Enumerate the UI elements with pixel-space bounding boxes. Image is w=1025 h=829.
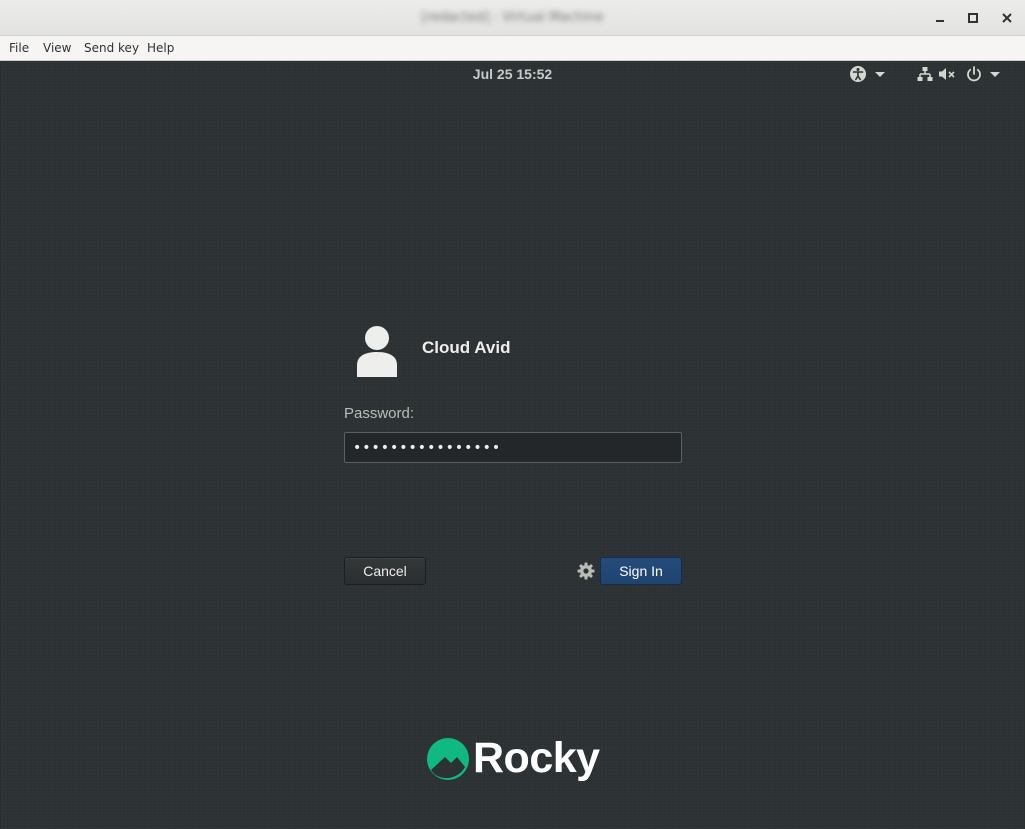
menu-send-key[interactable]: Send key [84, 41, 139, 55]
rocky-logo: Rocky [426, 734, 600, 783]
chevron-down-icon [990, 72, 1000, 77]
minimize-button[interactable] [931, 9, 949, 27]
chevron-down-icon [875, 72, 885, 77]
close-button[interactable] [998, 9, 1016, 27]
menubar: File View Send key Help [0, 36, 1025, 61]
close-icon [1002, 13, 1012, 23]
gear-icon [577, 562, 595, 580]
minimize-icon [936, 20, 944, 22]
menu-help[interactable]: Help [147, 41, 174, 55]
rocky-logo-mark [427, 737, 469, 780]
volume-muted-icon [939, 68, 955, 80]
power-icon [967, 66, 981, 82]
session-settings-button[interactable] [576, 561, 596, 585]
accessibility-icon [850, 66, 866, 82]
menu-file[interactable]: File [9, 41, 29, 55]
sign-in-button[interactable]: Sign In [600, 557, 682, 585]
menu-view[interactable]: View [43, 41, 71, 55]
accessibility-menu[interactable] [849, 65, 888, 83]
window-titlebar: [redacted] - Virtual Machine [0, 0, 1025, 36]
avatar [357, 326, 397, 377]
logo-text: Rocky [473, 734, 600, 782]
password-label: Password: [344, 405, 415, 422]
maximize-icon [968, 13, 978, 23]
vm-display[interactable]: Jul 25 15:52 Cloud Avid Password: ••••••… [1, 61, 1024, 829]
network-wired-icon [917, 67, 933, 81]
cancel-button[interactable]: Cancel [344, 557, 426, 585]
maximize-button[interactable] [964, 9, 982, 27]
system-menu[interactable] [916, 65, 1003, 83]
user-name: Cloud Avid [422, 338, 511, 357]
password-field[interactable] [344, 432, 682, 463]
window-title: [redacted] - Virtual Machine [421, 10, 604, 25]
